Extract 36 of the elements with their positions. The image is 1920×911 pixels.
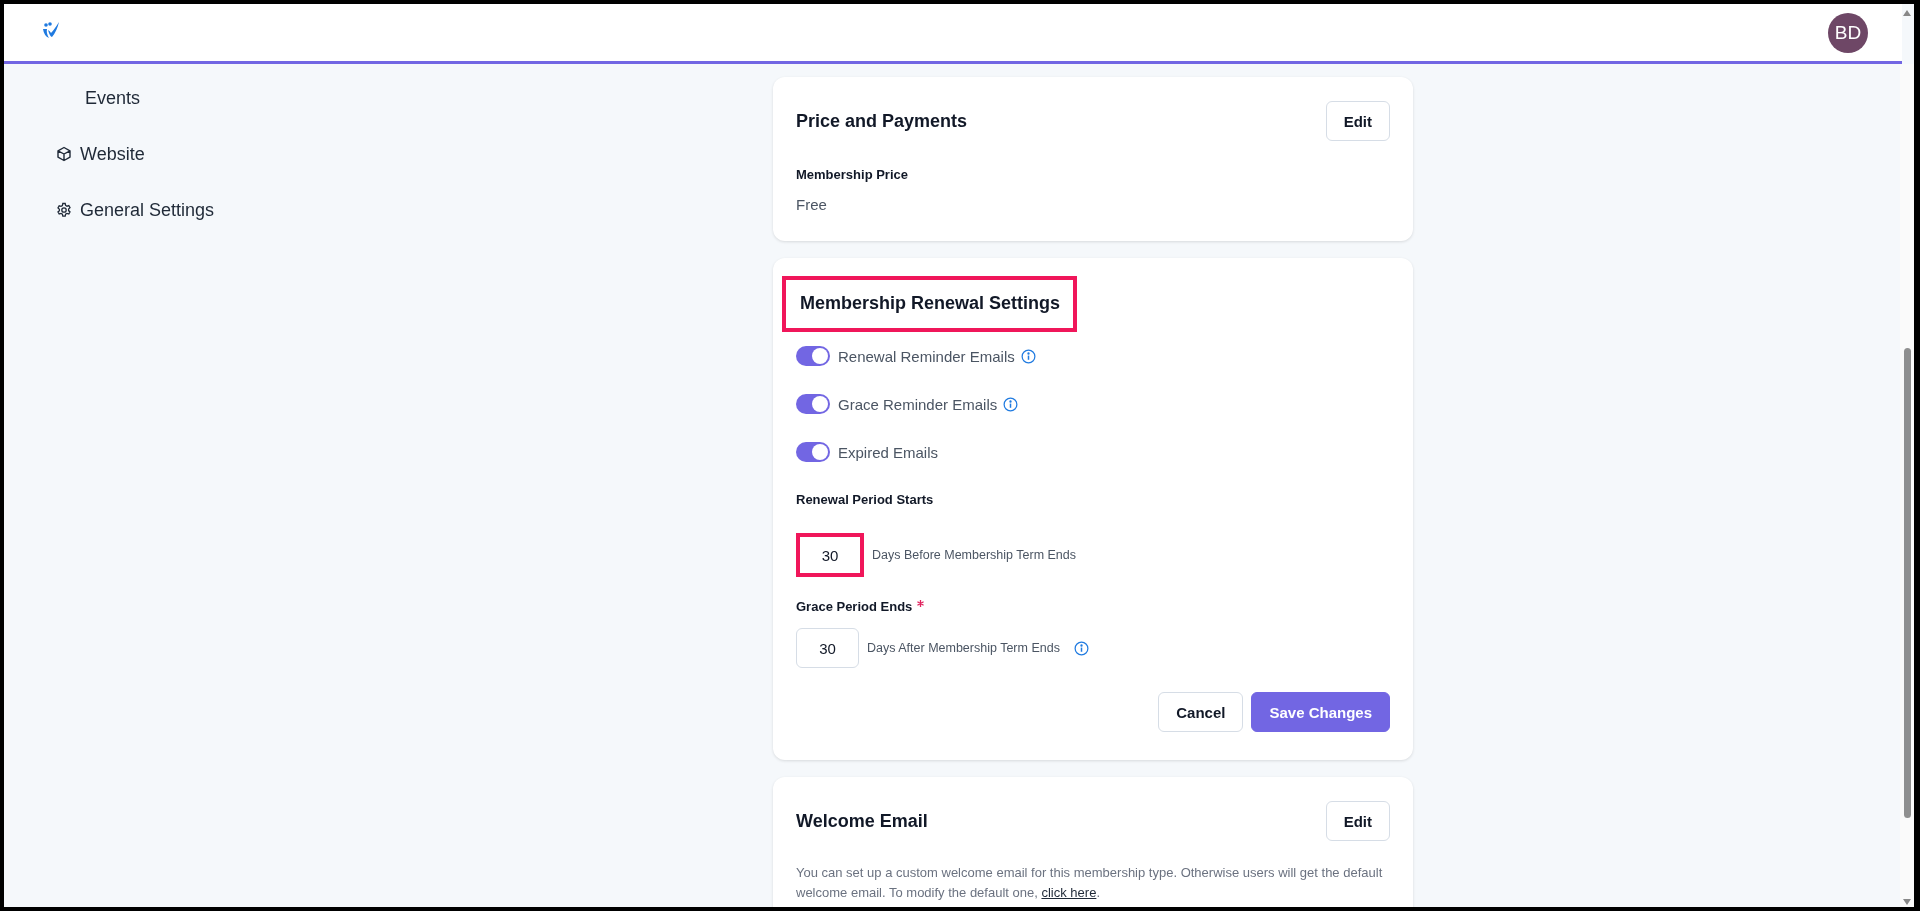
save-button[interactable]: Save Changes — [1251, 692, 1390, 732]
scroll-down-icon[interactable] — [1903, 899, 1911, 905]
toggle-switch[interactable] — [796, 442, 830, 462]
sidebar-item[interactable]: Events — [4, 70, 773, 126]
required-asterisk-icon — [917, 600, 925, 607]
info-icon[interactable] — [1020, 348, 1036, 364]
avatar[interactable]: BD — [1828, 12, 1868, 53]
logo-icon[interactable] — [42, 20, 60, 39]
field-suffix: Days After Membership Term Ends — [867, 641, 1060, 655]
field-suffix: Days Before Membership Term Ends — [872, 548, 1077, 562]
field-value: Free — [796, 196, 828, 213]
cube-icon — [56, 146, 72, 162]
settings-icon — [56, 202, 72, 218]
field-label: Membership Price — [796, 167, 909, 182]
toggle-switch[interactable] — [796, 394, 830, 414]
number-field[interactable]: 30 — [796, 533, 864, 577]
cancel-button[interactable]: Cancel — [1158, 692, 1244, 732]
sidebar-item[interactable]: General Settings — [4, 182, 773, 238]
toggle-label: Grace Reminder Emails — [838, 395, 998, 413]
description-text: You can set up a custom welcome email for this membership type. Otherwise users will get the default welcome email. To modify the default one, click here. — [796, 864, 1384, 902]
card-title: Price and Payments — [796, 110, 968, 132]
number-field[interactable]: 30 — [796, 628, 859, 668]
info-icon[interactable] — [1073, 640, 1089, 656]
info-icon[interactable] — [1003, 396, 1019, 412]
card-title: Membership Renewal Settings — [782, 276, 1078, 332]
toggle-label: Expired Emails — [838, 443, 939, 461]
scroll-up-icon[interactable] — [1903, 10, 1911, 16]
edit-button[interactable]: Edit — [1325, 801, 1390, 841]
toggle-label: Renewal Reminder Emails — [838, 347, 1015, 365]
toggle-switch[interactable] — [796, 346, 830, 366]
card-title: Welcome Email — [796, 810, 928, 832]
field-label: Grace Period Ends — [796, 599, 913, 614]
scrollbar-thumb[interactable] — [1903, 348, 1911, 818]
sidebar-item[interactable]: Website — [4, 126, 773, 182]
field-label: Renewal Period Starts — [796, 492, 934, 507]
edit-button[interactable]: Edit — [1325, 101, 1390, 141]
